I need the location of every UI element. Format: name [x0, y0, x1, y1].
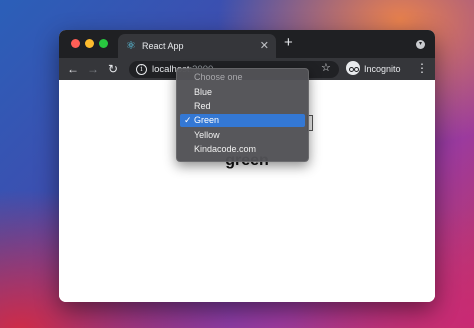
option-red[interactable]: Red [180, 100, 305, 113]
maximize-window-button[interactable] [99, 39, 108, 48]
react-logo-icon: ⚛ [126, 40, 136, 52]
option-blue[interactable]: Blue [180, 86, 305, 99]
color-select-dropdown[interactable]: Choose one Blue Red ✓ Green Yellow Kinda… [176, 68, 309, 162]
incognito-icon[interactable] [346, 61, 360, 75]
option-kindacode[interactable]: Kindacode.com [180, 143, 305, 156]
minimize-window-button[interactable] [85, 39, 94, 48]
option-green[interactable]: ✓ Green [180, 114, 305, 127]
checkmark-icon: ✓ [184, 115, 192, 125]
site-info-icon[interactable]: i [136, 64, 147, 75]
option-green-label: Green [194, 115, 220, 125]
new-tab-button[interactable]: + [284, 35, 293, 51]
browser-menu-button[interactable]: ⋮ [416, 61, 428, 75]
option-yellow[interactable]: Yellow [180, 129, 305, 142]
tab-react-app[interactable]: ⚛ React App ✕ [118, 34, 276, 58]
close-window-button[interactable] [71, 39, 80, 48]
bookmark-star-icon[interactable]: ☆ [321, 61, 331, 75]
back-button[interactable]: ← [67, 62, 79, 76]
tab-bar: ⚛ React App ✕ + ▾ [59, 30, 435, 58]
reload-button[interactable]: ↻ [108, 62, 118, 76]
tab-close-icon[interactable]: ✕ [260, 39, 269, 53]
incognito-label[interactable]: Incognito [364, 63, 401, 75]
forward-button[interactable]: → [87, 62, 99, 76]
option-placeholder: Choose one [194, 72, 243, 82]
tab-title: React App [142, 41, 184, 51]
tab-search-button[interactable]: ▾ [416, 40, 425, 49]
